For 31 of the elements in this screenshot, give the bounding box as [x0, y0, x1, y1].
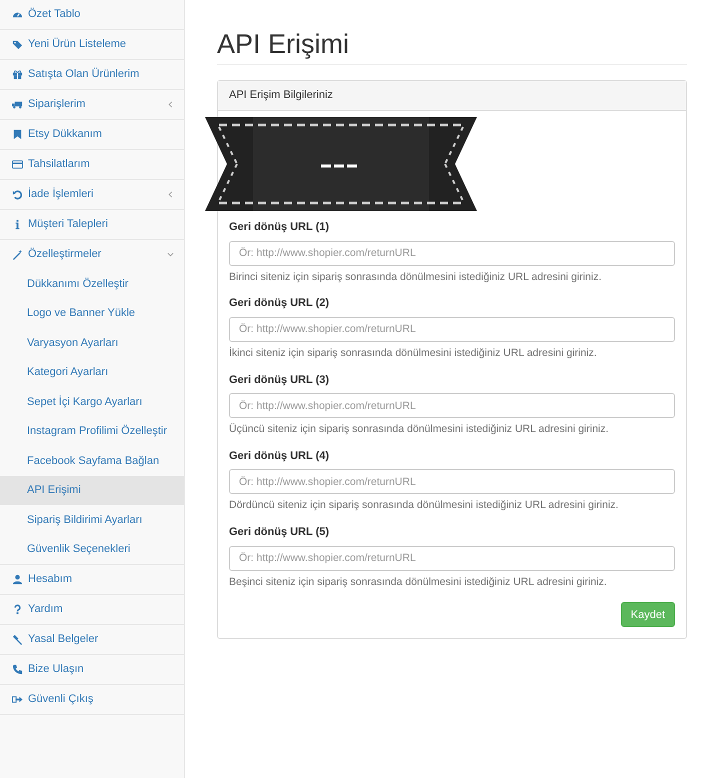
bookmark-icon	[12, 129, 23, 140]
help-text: İkinci siteniz için sipariş sonrasında dönülmesini istediğiniz URL adresini giriniz.	[229, 346, 598, 361]
url-input[interactable]: Ör: http://www.shopier.com/returnURL	[229, 240, 675, 266]
user-icon	[12, 574, 23, 585]
url-input[interactable]: Ör: http://www.shopier.com/returnURL	[229, 546, 675, 570]
truck-icon	[12, 99, 23, 110]
url-input[interactable]: Ör: http://www.shopier.com/returnURL	[229, 469, 675, 494]
page-title: API Erişimi	[217, 28, 687, 65]
undo-icon	[12, 189, 23, 200]
field-label: Geri dönüş URL (4)	[229, 448, 330, 464]
panel-heading: API Erişim Bilgileriniz	[218, 81, 686, 111]
field-label: Geri dönüş URL (5)	[229, 525, 330, 540]
gift-icon	[12, 69, 23, 80]
help-text: Dördüncü siteniz için sipariş sonrasında dönülmesini istediğiniz URL adresini giriniz.	[229, 498, 620, 514]
submenu-item[interactable]: API Erişimi	[0, 476, 184, 505]
help-text: Birinci siteniz için sipariş sonrasında dönülmesini istediğiniz URL adresini giriniz.	[229, 270, 603, 284]
field-label: Geri dönüş URL (2)	[229, 296, 330, 312]
help-text: Üçüncü siteniz için sipariş sonrasında dönülmesini istediğiniz URL adresini giriniz.	[229, 422, 610, 437]
phone-icon	[12, 664, 23, 675]
help-text: Beşinci siteniz için sipariş sonrasında dönülmesini istediğiniz URL adresini giriniz.	[229, 574, 608, 590]
field-label: Geri dönüş URL (3)	[229, 372, 330, 388]
credit-card-icon	[12, 159, 23, 170]
sign-out-icon	[12, 694, 23, 705]
tag-icon	[12, 39, 23, 50]
gavel-icon	[12, 634, 23, 645]
save-button[interactable]: Kaydet	[620, 602, 675, 628]
url-input[interactable]: Ör: http://www.shopier.com/returnURL	[229, 393, 675, 418]
magic-wand-icon	[12, 249, 23, 260]
url-input[interactable]: Ör: http://www.shopier.com/returnURL	[229, 316, 675, 342]
help-icon	[12, 604, 23, 615]
field-label: Geri dönüş URL (1)	[229, 220, 330, 235]
